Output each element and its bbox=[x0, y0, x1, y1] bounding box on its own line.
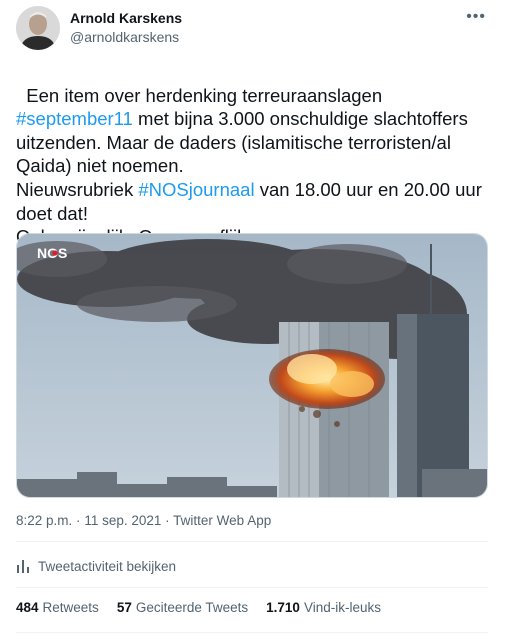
avatar[interactable] bbox=[16, 6, 60, 50]
author-display-name[interactable]: Arnold Karskens bbox=[70, 9, 182, 27]
meta-separator: · bbox=[165, 513, 170, 528]
quote-tweets-stat[interactable]: 57 Geciteerde Tweets bbox=[117, 600, 248, 615]
view-tweet-activity-link[interactable]: Tweetactiviteit bekijken bbox=[16, 556, 176, 576]
tweet-media-image[interactable]: NOS bbox=[16, 233, 488, 498]
analytics-bars-icon bbox=[17, 560, 29, 573]
retweets-count: 484 bbox=[16, 600, 39, 615]
tweet-source[interactable]: Twitter Web App bbox=[173, 513, 271, 528]
likes-stat[interactable]: 1.710 Vind-ik-leuks bbox=[266, 600, 381, 615]
divider bbox=[16, 587, 488, 588]
tweet-date[interactable]: 11 sep. 2021 bbox=[84, 513, 161, 528]
divider bbox=[16, 632, 488, 633]
tweet-header: Arnold Karskens @arnoldkarskens ••• bbox=[16, 6, 490, 50]
tweet-text: Een item over herdenking terreuraanslage… bbox=[16, 60, 488, 249]
activity-label: Tweetactiviteit bekijken bbox=[38, 558, 177, 574]
tweet-text-segment: Een item over herdenking terreuraanslage… bbox=[26, 84, 383, 106]
tweet-stats: 484 Retweets 57 Geciteerde Tweets 1.710 Vin… bbox=[16, 600, 399, 615]
more-options-icon[interactable]: ••• bbox=[466, 8, 486, 26]
tweet-time[interactable]: 8:22 p.m. bbox=[16, 513, 72, 528]
likes-count: 1.710 bbox=[266, 600, 300, 615]
hashtag-link-nosjournaal[interactable]: #NOSjournaal bbox=[138, 179, 254, 200]
hashtag-link-september11[interactable]: #september11 bbox=[16, 108, 133, 129]
quotes-label: Geciteerde Tweets bbox=[135, 600, 249, 615]
meta-separator: · bbox=[76, 513, 81, 528]
retweets-label: Retweets bbox=[42, 600, 99, 615]
retweets-stat[interactable]: 484 Retweets bbox=[16, 600, 99, 615]
nos-watermark: NOS bbox=[37, 245, 67, 261]
divider bbox=[16, 541, 488, 542]
tweet-meta: 8:22 p.m. · 11 sep. 2021 · Twitter Web A… bbox=[16, 513, 271, 528]
author-handle[interactable]: @arnoldkarskens bbox=[70, 28, 182, 46]
quotes-count: 57 bbox=[116, 600, 132, 615]
likes-label: Vind-ik-leuks bbox=[303, 600, 381, 615]
nos-logo-dot-icon bbox=[52, 250, 58, 256]
